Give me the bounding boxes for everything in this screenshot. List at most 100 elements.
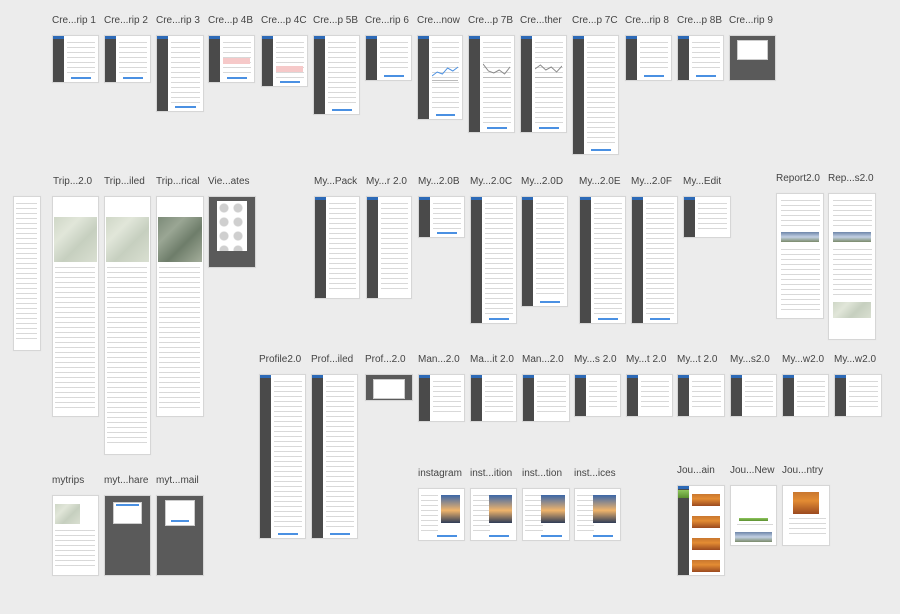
artboard-label[interactable]: Prof...2.0 [365, 354, 406, 365]
artboard[interactable]: myt...mail [156, 475, 204, 576]
artboard[interactable]: Cre...p 7C [572, 15, 619, 155]
artboard-label[interactable]: My...w2.0 [834, 354, 876, 365]
artboard-label[interactable]: My...2.0F [631, 176, 672, 187]
artboard[interactable]: Cre...rip 1 [52, 15, 99, 83]
artboard-label[interactable]: myt...mail [156, 475, 199, 486]
artboard-label[interactable]: Cre...p 4C [261, 15, 307, 26]
artboard[interactable]: My...s 2.0 [574, 354, 621, 417]
artboard-label[interactable]: Cre...p 4B [208, 15, 253, 26]
artboard-label[interactable]: My...2.0C [470, 176, 512, 187]
artboard[interactable]: Cre...p 7B [468, 15, 515, 133]
artboard[interactable]: My...2.0F [631, 176, 678, 324]
artboard-label[interactable]: Prof...iled [311, 354, 353, 365]
artboard[interactable]: Cre...now [417, 15, 463, 120]
artboard[interactable]: Man...2.0 [418, 354, 465, 422]
artboard-label[interactable]: My...t 2.0 [626, 354, 666, 365]
artboard-label[interactable]: inst...ition [470, 468, 512, 479]
artboard[interactable]: Cre...ther [520, 15, 567, 133]
artboard-label[interactable]: Cre...now [417, 15, 460, 26]
artboard[interactable]: Trip...2.0 [13, 176, 92, 351]
artboard-label[interactable]: Rep...s2.0 [828, 173, 874, 184]
artboard-label[interactable]: Cre...rip 6 [365, 15, 409, 26]
artboard-label[interactable]: Cre...rip 3 [156, 15, 200, 26]
artboard-label[interactable]: Cre...rip 8 [625, 15, 669, 26]
artboard-label[interactable]: Profile2.0 [259, 354, 301, 365]
artboard-label[interactable]: My...t 2.0 [677, 354, 717, 365]
artboard-label[interactable]: My...Edit [683, 176, 721, 187]
artboard[interactable]: My...Edit [683, 176, 731, 238]
artboard[interactable]: My...2.0D [521, 176, 568, 307]
artboard[interactable]: Cre...rip 6 [365, 15, 412, 81]
artboard-label[interactable]: inst...ices [574, 468, 616, 479]
artboard-label[interactable]: Cre...ther [520, 15, 562, 26]
artboard[interactable]: Cre...rip 8 [625, 15, 672, 81]
artboard[interactable]: My...w2.0 [782, 354, 829, 417]
artboard-label[interactable]: inst...tion [522, 468, 562, 479]
artboard[interactable]: Trip...iled [104, 176, 151, 455]
artboard-canvas[interactable]: Cre...rip 1 Cre...rip 2 Cre...rip 3 Cre.… [0, 0, 900, 614]
artboard-label[interactable]: Cre...p 7B [468, 15, 513, 26]
artboard[interactable]: My...2.0C [470, 176, 517, 324]
artboard[interactable]: Prof...2.0 [365, 354, 413, 401]
artboard[interactable]: mytrips [52, 475, 99, 576]
artboard[interactable]: Cre...rip 3 [156, 15, 204, 112]
artboard[interactable]: Cre...rip 9 [729, 15, 776, 81]
artboard[interactable]: Profile2.0 [259, 354, 306, 539]
artboard-label[interactable]: Jou...New [730, 465, 774, 476]
artboard[interactable]: Vie...ates [208, 176, 256, 268]
artboard-label[interactable]: Trip...rical [156, 176, 200, 187]
artboard[interactable]: Cre...p 5B [313, 15, 360, 115]
artboard-label[interactable]: My...2.0E [579, 176, 621, 187]
artboard[interactable]: myt...hare [104, 475, 151, 576]
artboard-label[interactable]: Ma...it 2.0 [470, 354, 514, 365]
artboard[interactable]: Trip...rical [156, 176, 204, 417]
artboard-label[interactable]: Man...2.0 [418, 354, 460, 365]
artboard[interactable]: Jou...ntry [782, 465, 830, 546]
artboard[interactable]: My...s2.0 [730, 354, 777, 417]
artboard-label[interactable]: Cre...p 8B [677, 15, 722, 26]
artboard-label[interactable]: My...s 2.0 [574, 354, 617, 365]
artboard-label[interactable]: My...Pack [314, 176, 357, 187]
artboard-label[interactable]: My...2.0D [521, 176, 563, 187]
artboard[interactable]: Jou...ain [677, 465, 725, 576]
artboard[interactable]: My...r 2.0 [366, 176, 412, 299]
artboard[interactable]: My...2.0E [579, 176, 626, 324]
artboard-label[interactable]: Trip...2.0 [53, 176, 92, 187]
artboard[interactable]: My...Pack [314, 176, 360, 299]
artboard-label[interactable]: Man...2.0 [522, 354, 564, 365]
artboard[interactable]: instagram [418, 468, 465, 541]
artboard[interactable]: Cre...p 4B [208, 15, 255, 83]
artboard[interactable]: Ma...it 2.0 [470, 354, 517, 422]
artboard-label[interactable]: Jou...ntry [782, 465, 823, 476]
artboard[interactable]: Cre...p 4C [261, 15, 308, 87]
artboard-label[interactable]: Vie...ates [208, 176, 250, 187]
artboard[interactable]: Report2.0 [776, 173, 824, 319]
artboard[interactable] [52, 196, 99, 417]
artboard-label[interactable]: mytrips [52, 475, 84, 486]
artboard-label[interactable]: Report2.0 [776, 173, 820, 184]
artboard-label[interactable]: Cre...rip 2 [104, 15, 148, 26]
artboard[interactable]: Man...2.0 [522, 354, 570, 422]
artboard[interactable]: Jou...New [730, 465, 777, 546]
artboard-label[interactable]: Trip...iled [104, 176, 145, 187]
artboard[interactable]: Cre...p 8B [677, 15, 724, 81]
artboard-label[interactable]: myt...hare [104, 475, 148, 486]
artboard-label[interactable]: Cre...p 5B [313, 15, 358, 26]
artboard-label[interactable]: My...w2.0 [782, 354, 824, 365]
artboard[interactable]: inst...ition [470, 468, 517, 541]
artboard[interactable]: My...t 2.0 [677, 354, 725, 417]
artboard-label[interactable]: Cre...p 7C [572, 15, 618, 26]
artboard[interactable]: Prof...iled [311, 354, 358, 539]
artboard[interactable]: inst...tion [522, 468, 570, 541]
artboard[interactable]: My...w2.0 [834, 354, 882, 417]
artboard[interactable]: My...2.0B [418, 176, 465, 238]
artboard-label[interactable]: instagram [418, 468, 462, 479]
artboard-label[interactable]: My...s2.0 [730, 354, 770, 365]
artboard-label[interactable]: My...2.0B [418, 176, 460, 187]
artboard-label[interactable]: Jou...ain [677, 465, 715, 476]
artboard[interactable]: Cre...rip 2 [104, 15, 151, 83]
artboard[interactable]: Rep...s2.0 [828, 173, 876, 340]
artboard-label[interactable]: My...r 2.0 [366, 176, 407, 187]
artboard-label[interactable]: Cre...rip 9 [729, 15, 773, 26]
artboard[interactable]: inst...ices [574, 468, 621, 541]
